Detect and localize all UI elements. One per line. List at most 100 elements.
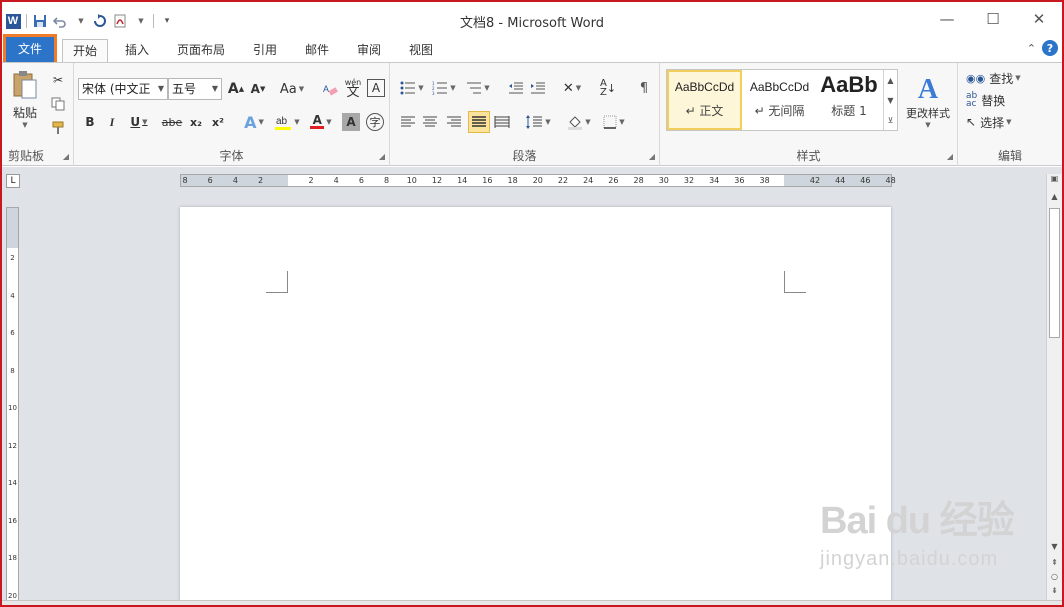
styles-launcher-icon[interactable]: ◢	[947, 152, 953, 161]
paste-dropdown-icon[interactable]: ▼	[22, 121, 27, 129]
tab-view[interactable]: 视图	[399, 39, 443, 62]
shrink-font-icon[interactable]: A ▼	[248, 79, 268, 99]
style-heading-1[interactable]: AaBb 标题 1	[815, 70, 883, 130]
tab-selector[interactable]: L	[6, 174, 20, 188]
ruler-tick-label: 34	[709, 176, 720, 185]
vertical-ruler[interactable]: 2 4 6 8 10 12 14 16 18 20	[6, 207, 19, 605]
font-launcher-icon[interactable]: ◢	[379, 152, 385, 161]
tab-mailings[interactable]: 邮件	[295, 39, 339, 62]
borders-icon[interactable]: ▼	[600, 113, 628, 131]
underline-button[interactable]: U ▼	[126, 113, 152, 131]
align-center-icon[interactable]	[420, 113, 440, 131]
help-icon[interactable]: ?	[1042, 40, 1058, 56]
decrease-indent-icon[interactable]	[506, 79, 526, 97]
document-page[interactable]	[180, 207, 891, 605]
cut-icon[interactable]: ✂	[48, 71, 68, 89]
superscript-button[interactable]: x²	[208, 113, 228, 131]
ruler-tick-label: 16	[8, 516, 17, 525]
style-no-spacing[interactable]: AaBbCcDd ↵ 无间隔	[742, 70, 817, 130]
tab-page-layout[interactable]: 页面布局	[167, 39, 235, 62]
styles-gallery-scroll[interactable]: ▲ ▼ ⊻	[883, 70, 897, 130]
font-size-combo[interactable]: 五号 ▼	[168, 78, 222, 100]
align-left-icon[interactable]	[398, 113, 418, 131]
font-group-label: 字体	[219, 149, 244, 163]
style-normal[interactable]: AaBbCcDd ↵ 正文	[667, 70, 742, 130]
more-styles-icon[interactable]: ⊻	[888, 116, 894, 125]
styles-group-label: 样式	[796, 149, 821, 163]
italic-button[interactable]: I	[104, 113, 120, 131]
chevron-down-icon[interactable]: ▼	[212, 79, 218, 99]
text-effects-icon[interactable]: A ▼	[240, 113, 268, 132]
clear-formatting-icon[interactable]: A	[320, 79, 340, 99]
numbering-icon[interactable]: 1 2 3 ▼	[430, 79, 458, 97]
strikethrough-button[interactable]: abe	[160, 113, 184, 131]
maximize-icon[interactable]: ☐	[970, 6, 1016, 32]
ruler-tick-label: 6	[207, 176, 213, 185]
ruler-top-margin	[7, 208, 18, 248]
font-color-icon[interactable]: A ▼	[306, 113, 336, 131]
distributed-icon[interactable]	[492, 113, 512, 131]
style-sample: AaBbCcDd	[749, 80, 810, 94]
group-font: 宋体 (中文正 ▼ 五号 ▼ A ▲ A ▼ Aa ▼ A wén 文 A B I U ▼…	[74, 63, 390, 166]
show-formatting-icon[interactable]: ¶	[634, 79, 654, 97]
paragraph-launcher-icon[interactable]: ◢	[649, 152, 655, 161]
scroll-thumb[interactable]	[1049, 208, 1060, 338]
phonetic-guide-icon[interactable]: wén 文	[342, 77, 364, 99]
shading-icon[interactable]: ▼	[564, 113, 594, 131]
ruler-tick-label: 4	[232, 176, 238, 185]
minimize-icon[interactable]: —	[924, 6, 970, 32]
find-button[interactable]: ◉◉ 查找 ▼	[966, 69, 1030, 87]
close-icon[interactable]: ✕	[1016, 6, 1062, 32]
tab-file[interactable]: 文件	[3, 34, 57, 65]
ribbon-home: 粘贴 ▼ ✂ 剪贴板 ◢ 宋体 (中文正 ▼ 五号 ▼ A ▲ A ▼ Aa ▼…	[2, 62, 1062, 166]
scroll-up-icon[interactable]: ▲	[1047, 192, 1062, 201]
next-page-icon[interactable]: ⇟	[1047, 586, 1062, 595]
increase-indent-icon[interactable]	[528, 79, 548, 97]
replace-icon: ab ac	[966, 91, 978, 109]
subscript-button[interactable]: x₂	[186, 113, 206, 131]
line-spacing-icon[interactable]: ▼	[522, 113, 554, 131]
tab-references[interactable]: 引用	[243, 39, 287, 62]
scroll-down-icon[interactable]: ▼	[1047, 542, 1062, 551]
ruler-toggle-icon[interactable]: ▣	[1047, 174, 1062, 183]
font-name-combo[interactable]: 宋体 (中文正 ▼	[78, 78, 168, 100]
character-border-icon[interactable]: A	[367, 79, 385, 97]
tab-review[interactable]: 审阅	[347, 39, 391, 62]
ruler-tick-label: 12	[8, 441, 17, 450]
clipboard-launcher-icon[interactable]: ◢	[63, 152, 69, 161]
collapse-ribbon-icon[interactable]: ⌃	[1027, 42, 1036, 55]
scroll-down-icon[interactable]: ▼	[887, 96, 893, 105]
enclose-characters-icon[interactable]: 字	[366, 113, 384, 131]
browse-object-icon[interactable]: ○	[1047, 572, 1062, 581]
chevron-down-icon[interactable]: ▼	[158, 79, 164, 99]
sort-icon[interactable]: A Z ↓	[598, 79, 618, 98]
ruler-tick-label: 10	[406, 176, 417, 185]
style-sample: AaBbCcDd	[674, 80, 735, 94]
grow-font-icon[interactable]: A ▲	[226, 79, 246, 99]
bullets-icon[interactable]: ▼	[398, 79, 426, 97]
tab-insert[interactable]: 插入	[115, 39, 159, 62]
tab-home[interactable]: 开始	[62, 39, 109, 62]
text-highlight-icon[interactable]: ab ▼	[272, 113, 302, 131]
horizontal-ruler[interactable]: 8 6 4 2 2 4 6 8 10 12 14 16 18 20 22 24 26 28 30 32 34 36 38 42…	[180, 174, 896, 187]
bold-button[interactable]: B	[82, 113, 98, 131]
chinese-layout-icon[interactable]: ✕ ▼	[558, 79, 586, 97]
paste-label: 粘贴	[12, 105, 37, 120]
align-right-icon[interactable]	[444, 113, 464, 131]
change-styles-button[interactable]: A 更改样式 ▼	[902, 67, 954, 137]
justify-icon[interactable]	[468, 111, 490, 133]
character-shading-icon[interactable]: A	[342, 113, 360, 131]
ruler-tick-label: 2	[308, 176, 314, 185]
replace-button[interactable]: ab ac 替换	[966, 91, 1030, 109]
multilevel-list-icon[interactable]: ▼	[464, 79, 492, 97]
previous-page-icon[interactable]: ⇞	[1047, 558, 1062, 567]
paste-button[interactable]: 粘贴 ▼	[8, 67, 42, 131]
format-painter-icon[interactable]	[48, 119, 68, 137]
vertical-scrollbar[interactable]: ▣ ▲ ▼ ⇞ ○ ⇟	[1046, 174, 1062, 605]
copy-icon[interactable]	[48, 95, 68, 113]
select-button[interactable]: ↖ 选择 ▼	[966, 113, 1030, 131]
word-window: W ▼ ▼ ▾ 文档8 - Microsoft Word — ☐ ✕ 文件 开始…	[0, 0, 1064, 607]
scroll-up-icon[interactable]: ▲	[887, 76, 893, 85]
change-case-icon[interactable]: Aa ▼	[278, 79, 306, 99]
ruler-tick-label: 14	[8, 479, 17, 487]
